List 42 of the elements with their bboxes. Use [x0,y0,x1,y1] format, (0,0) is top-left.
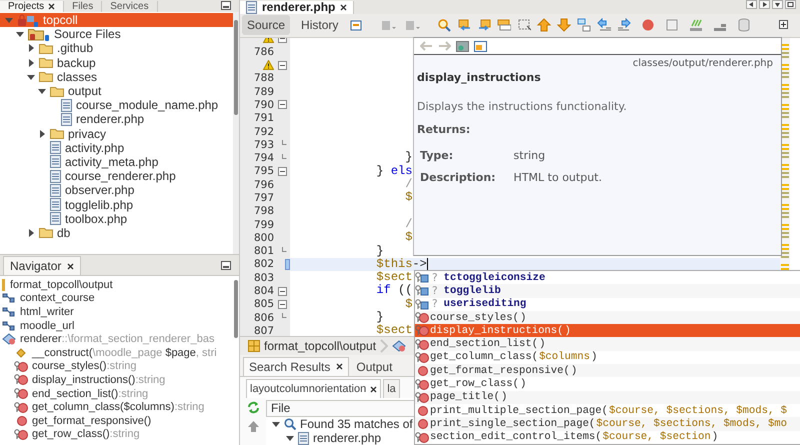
code-line: } [375,311,384,324]
code-line: $sect [375,271,412,284]
line-number: 794 [252,152,274,164]
line-number: 801 [252,245,274,258]
code-line: $ [404,298,412,312]
line-number: 804 [252,285,274,298]
code-line: / [404,218,412,231]
code-line: $ [404,191,412,205]
line-number: 793 [252,138,274,151]
line-number: 790 [252,98,274,111]
code-line: } els [375,164,412,178]
line-number: 800 [252,232,274,244]
code-line: $this-> [375,258,427,271]
line-number: 792 [252,126,274,138]
line-number: 789 [252,86,274,98]
line-number: 791 [252,112,274,124]
line-number: 797 [252,192,274,204]
line-number: 803 [252,272,274,284]
line-number: 798 [252,205,274,218]
field-label: Type: [420,149,454,162]
field-value: HTML to output. [514,171,603,184]
file-path: classes/output/renderer.php [632,57,774,69]
code-line: $ [404,231,412,245]
line-number: 795 [252,165,274,178]
line-number: 796 [252,178,274,191]
line-number: 786 [252,46,274,58]
code-line: } [375,244,384,258]
line-number: 805 [252,298,274,310]
line-number: 802 [252,258,274,270]
line-number: 806 [252,312,274,324]
doc-title: display_instructions [416,70,542,84]
line-number: 807 [252,324,274,336]
code-line: } [404,151,412,165]
doc-description: Displays the instructions functionality. [416,99,628,113]
line-number: 799 [252,218,274,231]
returns-label: Returns: [416,122,472,136]
code-line: $sect [375,324,412,336]
line-number: 788 [252,72,274,84]
code-line: if (( [375,284,412,298]
code-line: / [404,178,412,192]
field-label: Description: [420,171,496,184]
field-value: string [514,149,546,162]
